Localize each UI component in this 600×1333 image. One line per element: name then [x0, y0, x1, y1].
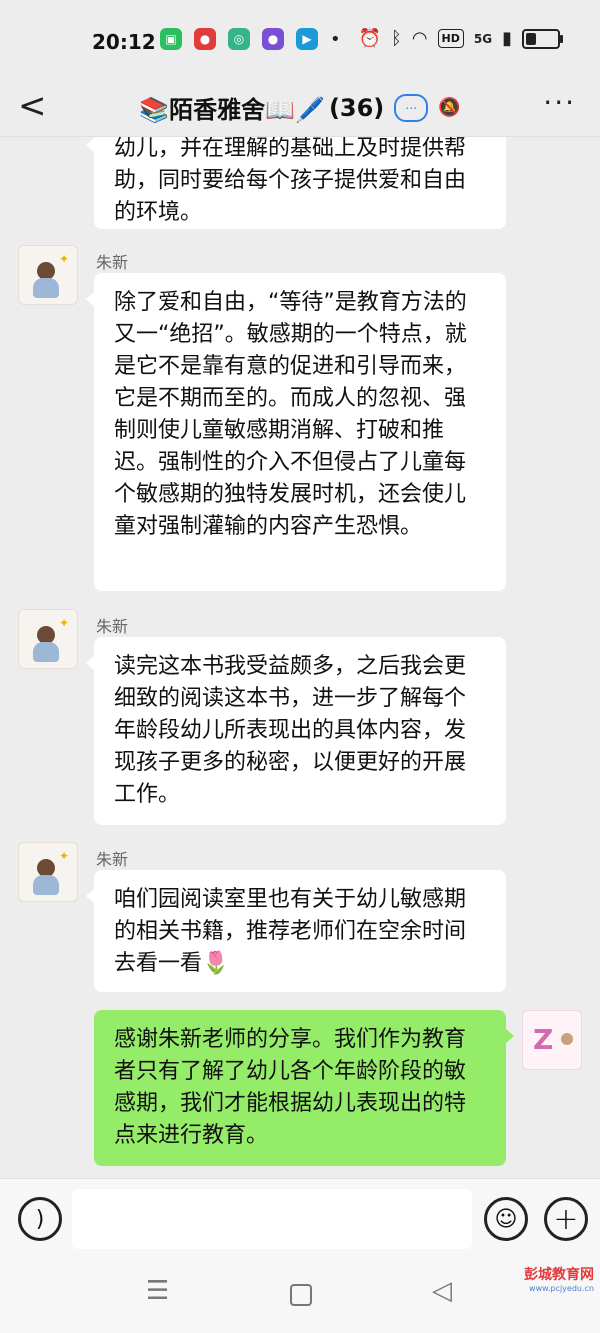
system-nav-bar: ☰ ◁ 彭城教育网 www.pcjyedu.cn: [0, 1256, 600, 1333]
message-bubble[interactable]: 咱们园阅读室里也有关于幼儿敏感期的相关书籍，推荐老师们在空余时间去看一看🌷: [86, 870, 506, 992]
message-input[interactable]: [72, 1189, 472, 1249]
avatar-letter-icon: Z: [533, 1023, 554, 1056]
avatar[interactable]: ✦: [18, 842, 78, 902]
alarm-icon: ⏰: [358, 28, 382, 49]
app-notification-icon: ●: [194, 28, 216, 50]
sender-name: 朱新: [96, 850, 129, 869]
wifi-icon: ◠: [411, 28, 428, 49]
chat-title: 📚陌香雅舍📖🖊️: [139, 96, 325, 124]
message-bubble[interactable]: 除了爱和自由，“等待”是教育方法的又一“绝招”。敏感期的一个特点，就是它不是靠有…: [86, 273, 506, 591]
avatar-body: [33, 642, 59, 662]
avatar-body: [33, 875, 59, 895]
watermark-url: www.pcjyedu.cn: [529, 1284, 594, 1293]
app-notification-icon: ●: [262, 28, 284, 50]
message-bubble-self[interactable]: 感谢朱新老师的分享。我们作为教育者只有了解了幼儿各个年龄阶段的敏感期，我们才能根…: [94, 1010, 514, 1166]
bluetooth-icon: ᛒ: [391, 28, 402, 49]
avatar-dot: [561, 1033, 573, 1045]
notification-icons: ▣ ● ◎ ● ▶ •: [160, 28, 341, 50]
watermark-logo: 彭城教育网 www.pcjyedu.cn: [524, 1264, 594, 1293]
back-triangle-icon[interactable]: ◁: [432, 1276, 452, 1306]
mute-bell-icon: 🔕: [438, 97, 461, 118]
home-icon[interactable]: [290, 1284, 312, 1306]
app-notification-icon: ▣: [160, 28, 182, 50]
network-label: 5G: [473, 31, 493, 46]
star-decoration-icon: ✦: [59, 252, 70, 266]
status-bar: 20:12 ▣ ● ◎ ● ▶ • ⏰ ᛒ ◠ HD 5G ▮: [0, 0, 600, 80]
status-time: 20:12: [92, 30, 156, 54]
battery-fill: [526, 32, 536, 45]
member-count: (36): [328, 93, 385, 122]
star-decoration-icon: ✦: [59, 616, 70, 630]
message-bubble[interactable]: 读完这本书我受益颇多，之后我会更细致的阅读这本书，进一步了解每个年龄段幼儿所表现…: [86, 637, 506, 825]
hd-indicator: HD: [437, 29, 464, 48]
emoji-icon[interactable]: ☺: [484, 1197, 528, 1241]
voice-input-icon[interactable]: ): [18, 1197, 62, 1241]
sender-name: 朱新: [96, 617, 129, 636]
more-notifications-icon: •: [330, 28, 341, 50]
app-notification-icon: ◎: [228, 28, 250, 50]
sender-name: 朱新: [96, 253, 129, 272]
message-bubble[interactable]: 幼儿，并在理解的基础上及时提供帮助，同时要给每个孩子提供爱和自由的环境。: [86, 137, 506, 229]
group-chat-icon: ⋯: [394, 93, 429, 122]
chat-header: < 📚陌香雅舍📖🖊️ (36) ⋯ 🔕 ···: [0, 80, 600, 137]
app-notification-icon: ▶: [296, 28, 318, 50]
avatar[interactable]: ✦: [18, 245, 78, 305]
recent-apps-icon[interactable]: ☰: [146, 1276, 169, 1306]
message-list[interactable]: 幼儿，并在理解的基础上及时提供帮助，同时要给每个孩子提供爱和自由的环境。 ✦ 朱…: [0, 137, 600, 1177]
self-avatar[interactable]: Z: [522, 1010, 582, 1070]
avatar-body: [33, 278, 59, 298]
avatar[interactable]: ✦: [18, 609, 78, 669]
input-bar: ) ☺ +: [0, 1178, 600, 1257]
signal-icon: ▮: [502, 28, 512, 49]
battery-icon: [522, 28, 563, 49]
add-more-icon[interactable]: +: [544, 1197, 588, 1241]
watermark-title: 彭城教育网: [524, 1267, 594, 1283]
star-decoration-icon: ✦: [59, 849, 70, 863]
more-options-icon[interactable]: ···: [543, 86, 576, 119]
